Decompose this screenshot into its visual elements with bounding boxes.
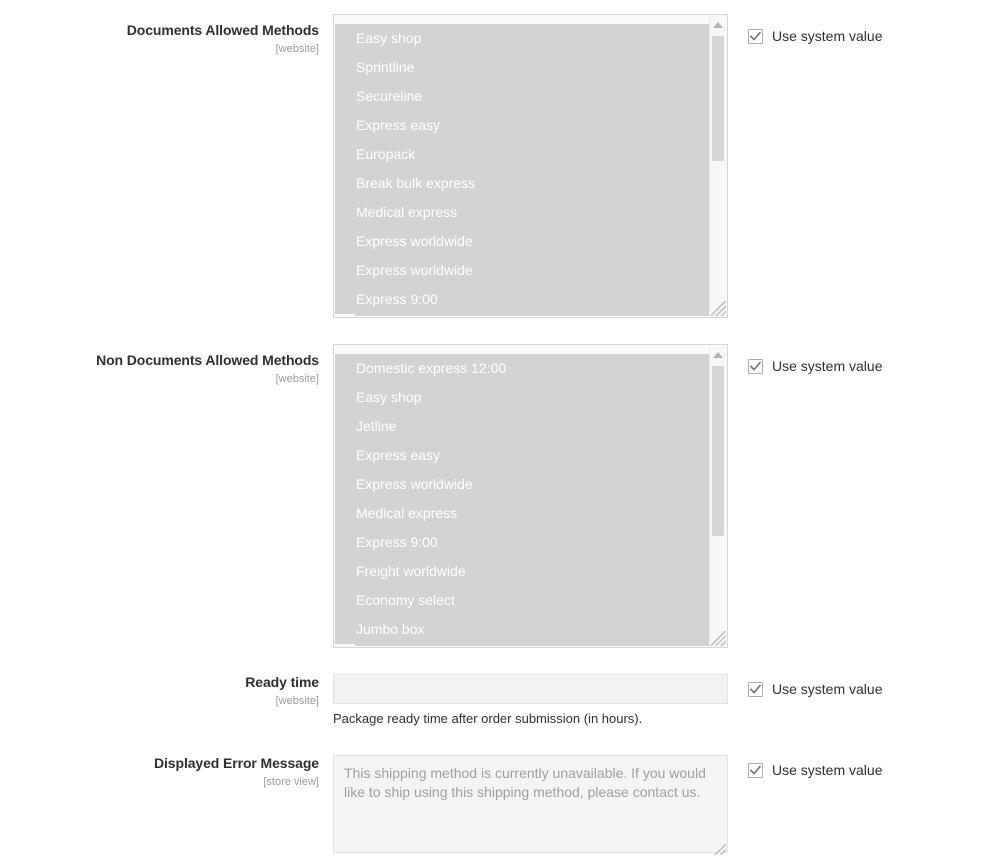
documents-allowed-methods-multiselect[interactable]: Easy shop Sprintline Secureline Express … [333, 14, 728, 318]
field-label: Documents Allowed Methods [126, 22, 319, 38]
field-label-block: Ready time [website] [0, 674, 319, 708]
list-item[interactable]: Express worldwide [335, 227, 709, 256]
use-system-value-label: Use system value [772, 358, 883, 374]
control-wrapper: Domestic express 12:00 Easy shop Jetline… [333, 344, 728, 648]
list-item[interactable]: Jetline [335, 412, 709, 441]
list-item[interactable]: Easy shop [335, 383, 709, 412]
field-scope: [website] [275, 43, 319, 55]
displayed-error-message-textarea[interactable] [333, 755, 728, 853]
field-label: Non Documents Allowed Methods [96, 352, 319, 368]
field-scope: [store view] [263, 776, 319, 788]
non-documents-allowed-methods-multiselect[interactable]: Domestic express 12:00 Easy shop Jetline… [333, 344, 728, 648]
list-item[interactable]: Express 9:00 [335, 528, 709, 557]
displayed-error-message-wrapper [333, 755, 728, 858]
field-label-block: Non Documents Allowed Methods [website] [0, 352, 319, 386]
checkmark-icon[interactable] [748, 682, 763, 697]
list-item[interactable]: Express easy [335, 441, 709, 470]
list-item[interactable]: Secureline [335, 82, 709, 111]
use-system-value-label: Use system value [772, 681, 883, 697]
use-system-value-displayed-error-message[interactable]: Use system value [748, 762, 882, 779]
use-system-value-ready-time[interactable]: Use system value [748, 681, 882, 698]
list-item[interactable]: Express worldwide [335, 256, 709, 285]
control-wrapper: Easy shop Sprintline Secureline Express … [333, 14, 728, 318]
checkmark-icon[interactable] [748, 29, 763, 44]
checkmark-icon[interactable] [748, 359, 763, 374]
list-item[interactable]: Economy select [335, 586, 709, 615]
list-item[interactable]: Jumbo box [335, 615, 709, 644]
field-label-block: Displayed Error Message [store view] [0, 755, 319, 789]
list-item[interactable]: Break bulk express [335, 169, 709, 198]
field-scope: [website] [275, 373, 319, 385]
list-item[interactable]: Domestic express 12:00 [335, 354, 709, 383]
field-label: Ready time [245, 674, 319, 690]
list-item[interactable]: Sprintline [335, 53, 709, 82]
multiselect-viewport: Domestic express 12:00 Easy shop Jetline… [335, 346, 709, 646]
list-item[interactable]: Express easy [335, 111, 709, 140]
multiselect-scrollbar[interactable] [709, 346, 726, 646]
field-label-block: Documents Allowed Methods [website] [0, 22, 319, 56]
list-item[interactable]: Easy shop [335, 24, 709, 53]
ready-time-input[interactable] [333, 674, 728, 704]
list-item[interactable]: Europack [335, 140, 709, 169]
multiselect-options-list: Easy shop Sprintline Secureline Express … [335, 24, 709, 314]
field-scope: [website] [275, 695, 319, 707]
scrollbar-thumb[interactable] [712, 36, 724, 161]
control-wrapper [333, 755, 728, 858]
list-item[interactable]: Medical express [335, 198, 709, 227]
multiselect-scrollbar[interactable] [709, 16, 726, 316]
field-label: Displayed Error Message [154, 755, 319, 771]
use-system-value-label: Use system value [772, 28, 883, 44]
list-item[interactable]: Freight worldwide [335, 557, 709, 586]
control-wrapper: Package ready time after order submissio… [333, 674, 728, 727]
scrollbar-thumb[interactable] [712, 366, 724, 536]
multiselect-options-list: Domestic express 12:00 Easy shop Jetline… [335, 354, 709, 644]
use-system-value-documents-allowed-methods[interactable]: Use system value [748, 28, 882, 45]
list-item[interactable]: Express 9:00 [335, 285, 709, 314]
use-system-value-non-documents-allowed-methods[interactable]: Use system value [748, 358, 882, 375]
triangle-up-icon[interactable] [710, 346, 726, 363]
multiselect-viewport: Easy shop Sprintline Secureline Express … [335, 16, 709, 316]
use-system-value-label: Use system value [772, 762, 883, 778]
checkmark-icon[interactable] [748, 763, 763, 778]
resize-grip-icon[interactable] [711, 631, 726, 646]
list-item[interactable]: Express worldwide [335, 470, 709, 499]
resize-grip-icon[interactable] [711, 301, 726, 316]
ready-time-help-text: Package ready time after order submissio… [333, 711, 643, 726]
list-item[interactable]: Medical express [335, 499, 709, 528]
triangle-up-icon[interactable] [710, 16, 726, 33]
